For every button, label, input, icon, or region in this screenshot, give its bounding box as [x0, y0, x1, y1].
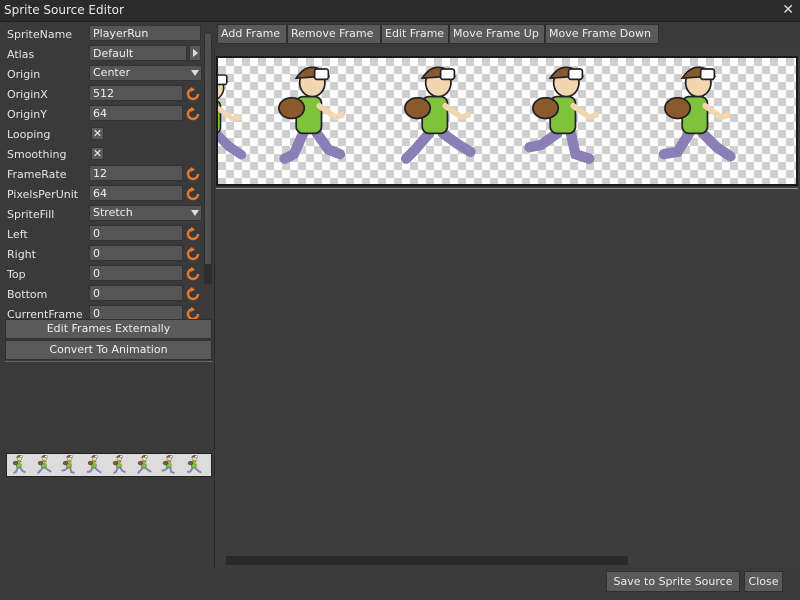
spritefill-select[interactable]: Stretch: [89, 205, 202, 221]
reset-icon[interactable]: [186, 107, 200, 121]
save-to-sprite-source-button[interactable]: Save to Sprite Source: [606, 571, 740, 592]
property-row-originx: OriginX 512: [3, 84, 203, 104]
property-row-origin: Origin Center: [3, 64, 203, 84]
properties-scrollbar-thumb[interactable]: [205, 34, 211, 264]
title-bar: Sprite Source Editor ✕: [0, 0, 800, 22]
property-row-framerate: FrameRate 12: [3, 164, 203, 184]
property-label: SpriteName: [7, 28, 73, 41]
reset-icon[interactable]: [186, 267, 200, 281]
property-row-smoothing: Smoothing ✕: [3, 144, 203, 164]
close-icon[interactable]: ✕: [782, 2, 794, 18]
reset-icon[interactable]: [186, 287, 200, 301]
property-row-top: Top 0: [3, 264, 203, 284]
originx-field[interactable]: 512: [89, 85, 183, 101]
window-title: Sprite Source Editor: [4, 3, 124, 17]
property-row-atlas: Atlas Default: [3, 44, 203, 64]
origin-select[interactable]: Center: [89, 65, 202, 81]
property-label: OriginX: [7, 88, 48, 101]
spritename-field[interactable]: PlayerRun: [89, 25, 201, 41]
frame-sprites: [218, 66, 736, 164]
property-label: OriginY: [7, 108, 47, 121]
property-label: Right: [7, 248, 36, 261]
property-label: SpriteFill: [7, 208, 55, 221]
close-button[interactable]: Close: [744, 571, 783, 592]
right-field[interactable]: 0: [89, 245, 183, 261]
property-label: Top: [7, 268, 26, 281]
remove-frame-button[interactable]: Remove Frame: [287, 24, 381, 44]
property-row-spritefill: SpriteFill Stretch: [3, 204, 203, 224]
property-row-spritename: SpriteName PlayerRun: [3, 24, 203, 44]
left-divider: [5, 361, 212, 362]
smoothing-checkbox[interactable]: ✕: [91, 147, 104, 160]
reset-icon[interactable]: [186, 227, 200, 241]
move-frame-down-button[interactable]: Move Frame Down: [545, 24, 659, 44]
properties-scrollbar[interactable]: [204, 34, 212, 284]
frames-horizontal-scrollbar[interactable]: [226, 556, 628, 565]
currentframe-field[interactable]: 0: [89, 305, 183, 320]
move-frame-up-button[interactable]: Move Frame Up: [449, 24, 545, 44]
reset-icon[interactable]: [186, 187, 200, 201]
frames-view: [214, 48, 800, 568]
atlas-field[interactable]: Default: [89, 45, 187, 61]
property-label: Atlas: [7, 48, 35, 61]
property-label: Looping: [7, 128, 51, 141]
property-row-right: Right 0: [3, 244, 203, 264]
chevron-down-icon: [191, 210, 199, 216]
property-label: PixelsPerUnit: [7, 188, 79, 201]
reset-icon[interactable]: [186, 167, 200, 181]
property-label: Smoothing: [7, 148, 67, 161]
edit-frame-button[interactable]: Edit Frame: [381, 24, 449, 44]
property-label: Left: [7, 228, 28, 241]
reset-icon[interactable]: [186, 247, 200, 261]
frame-strip[interactable]: [216, 56, 798, 186]
play-icon[interactable]: [189, 45, 201, 61]
pixelsperunit-field[interactable]: 64: [89, 185, 183, 201]
strip-divider: [216, 188, 798, 189]
property-row-looping: Looping ✕: [3, 124, 203, 144]
properties-panel: SpriteName PlayerRun Atlas Default Origin Cen…: [3, 24, 213, 320]
add-frame-button[interactable]: Add Frame: [217, 24, 287, 44]
edit-frames-externally-button[interactable]: Edit Frames Externally: [5, 319, 212, 339]
property-row-originy: OriginY 64: [3, 104, 203, 124]
property-label: Origin: [7, 68, 41, 81]
property-label: Bottom: [7, 288, 48, 301]
property-row-pixelsperunit: PixelsPerUnit 64: [3, 184, 203, 204]
bottom-field[interactable]: 0: [89, 285, 183, 301]
property-row-bottom: Bottom 0: [3, 284, 203, 304]
left-field[interactable]: 0: [89, 225, 183, 241]
looping-checkbox[interactable]: ✕: [91, 127, 104, 140]
property-row-currentframe: CurrentFrame 0: [3, 304, 203, 320]
property-row-left: Left 0: [3, 224, 203, 244]
chevron-down-icon: [191, 70, 199, 76]
select-value: Center: [93, 66, 131, 79]
property-label: FrameRate: [7, 168, 67, 181]
originy-field[interactable]: 64: [89, 105, 183, 121]
thumbnail-frames: [12, 455, 202, 474]
framerate-field[interactable]: 12: [89, 165, 183, 181]
convert-to-animation-button[interactable]: Convert To Animation: [5, 340, 212, 360]
select-value: Stretch: [93, 206, 133, 219]
sprite-thumbnail-strip[interactable]: [6, 453, 212, 477]
top-field[interactable]: 0: [89, 265, 183, 281]
reset-icon[interactable]: [186, 87, 200, 101]
